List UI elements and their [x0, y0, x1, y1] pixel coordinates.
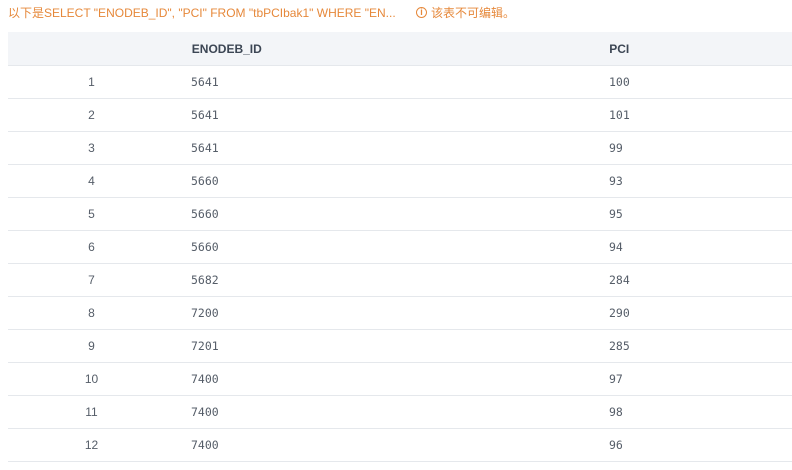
cell-enodeb-id[interactable]: 5660	[175, 174, 593, 188]
header-enodeb-id[interactable]: ENODEB_ID	[176, 42, 593, 56]
table-row[interactable]: 10 7400 97	[8, 363, 792, 396]
table-row[interactable]: 6 5660 94	[8, 231, 792, 264]
cell-pci[interactable]: 100	[593, 75, 792, 89]
cell-enodeb-id[interactable]: 7400	[175, 405, 593, 419]
cell-enodeb-id[interactable]: 7201	[175, 339, 593, 353]
table-body: 1 5641 100 2 5641 101 3 5641 99 4 5660 93 5 5660 95 6 56…	[8, 66, 792, 462]
row-index: 12	[84, 438, 99, 452]
table-row[interactable]: 2 5641 101	[8, 99, 792, 132]
row-index: 11	[85, 405, 98, 419]
cell-enodeb-id[interactable]: 5660	[175, 207, 593, 221]
cell-enodeb-id[interactable]: 7200	[175, 306, 593, 320]
row-index: 10	[84, 372, 99, 386]
row-index: 6	[88, 240, 95, 254]
cell-pci[interactable]: 285	[593, 339, 792, 353]
table-row[interactable]: 8 7200 290	[8, 297, 792, 330]
cell-enodeb-id[interactable]: 5682	[175, 273, 593, 287]
cell-pci[interactable]: 101	[593, 108, 792, 122]
row-index: 8	[88, 306, 95, 320]
table-row[interactable]: 11 7400 98	[8, 396, 792, 429]
cell-pci[interactable]: 95	[593, 207, 792, 221]
cell-pci[interactable]: 284	[593, 273, 792, 287]
cell-pci[interactable]: 96	[593, 438, 792, 452]
row-index: 3	[88, 141, 95, 155]
cell-pci[interactable]: 98	[593, 405, 792, 419]
table-header: ENODEB_ID PCI	[8, 32, 792, 66]
cell-enodeb-id[interactable]: 5641	[175, 141, 593, 155]
result-table: ENODEB_ID PCI 1 5641 100 2 5641 101 3 5641 99 4 56…	[8, 32, 792, 462]
cell-pci[interactable]: 94	[593, 240, 792, 254]
readonly-text: 该表不可编辑。	[431, 6, 516, 20]
cell-enodeb-id[interactable]: 5641	[175, 108, 593, 122]
cell-pci[interactable]: 97	[593, 372, 792, 386]
table-row[interactable]: 12 7400 96	[8, 429, 792, 462]
cell-enodeb-id[interactable]: 5641	[175, 75, 593, 89]
table-row[interactable]: 1 5641 100	[8, 66, 792, 99]
readonly-notice: i 该表不可编辑。	[416, 4, 515, 21]
table-row[interactable]: 3 5641 99	[8, 132, 792, 165]
cell-pci[interactable]: 99	[593, 141, 792, 155]
table-row[interactable]: 5 5660 95	[8, 198, 792, 231]
query-text: 以下是SELECT "ENODEB_ID", "PCI" FROM "tbPCI…	[8, 6, 396, 20]
row-index: 9	[88, 339, 95, 353]
row-index: 4	[88, 174, 95, 188]
notice-bar: 以下是SELECT "ENODEB_ID", "PCI" FROM "tbPCI…	[0, 0, 792, 24]
info-icon: i	[416, 7, 427, 18]
cell-pci[interactable]: 93	[593, 174, 792, 188]
cell-enodeb-id[interactable]: 5660	[175, 240, 593, 254]
cell-pci[interactable]: 290	[593, 306, 792, 320]
row-index: 5	[88, 207, 95, 221]
row-index: 2	[88, 108, 95, 122]
table-row[interactable]: 9 7201 285	[8, 330, 792, 363]
table-row[interactable]: 7 5682 284	[8, 264, 792, 297]
header-pci[interactable]: PCI	[593, 42, 792, 56]
cell-enodeb-id[interactable]: 7400	[175, 438, 593, 452]
table-row[interactable]: 4 5660 93	[8, 165, 792, 198]
row-index: 7	[88, 273, 95, 287]
row-index: 1	[88, 75, 95, 89]
cell-enodeb-id[interactable]: 7400	[175, 372, 593, 386]
